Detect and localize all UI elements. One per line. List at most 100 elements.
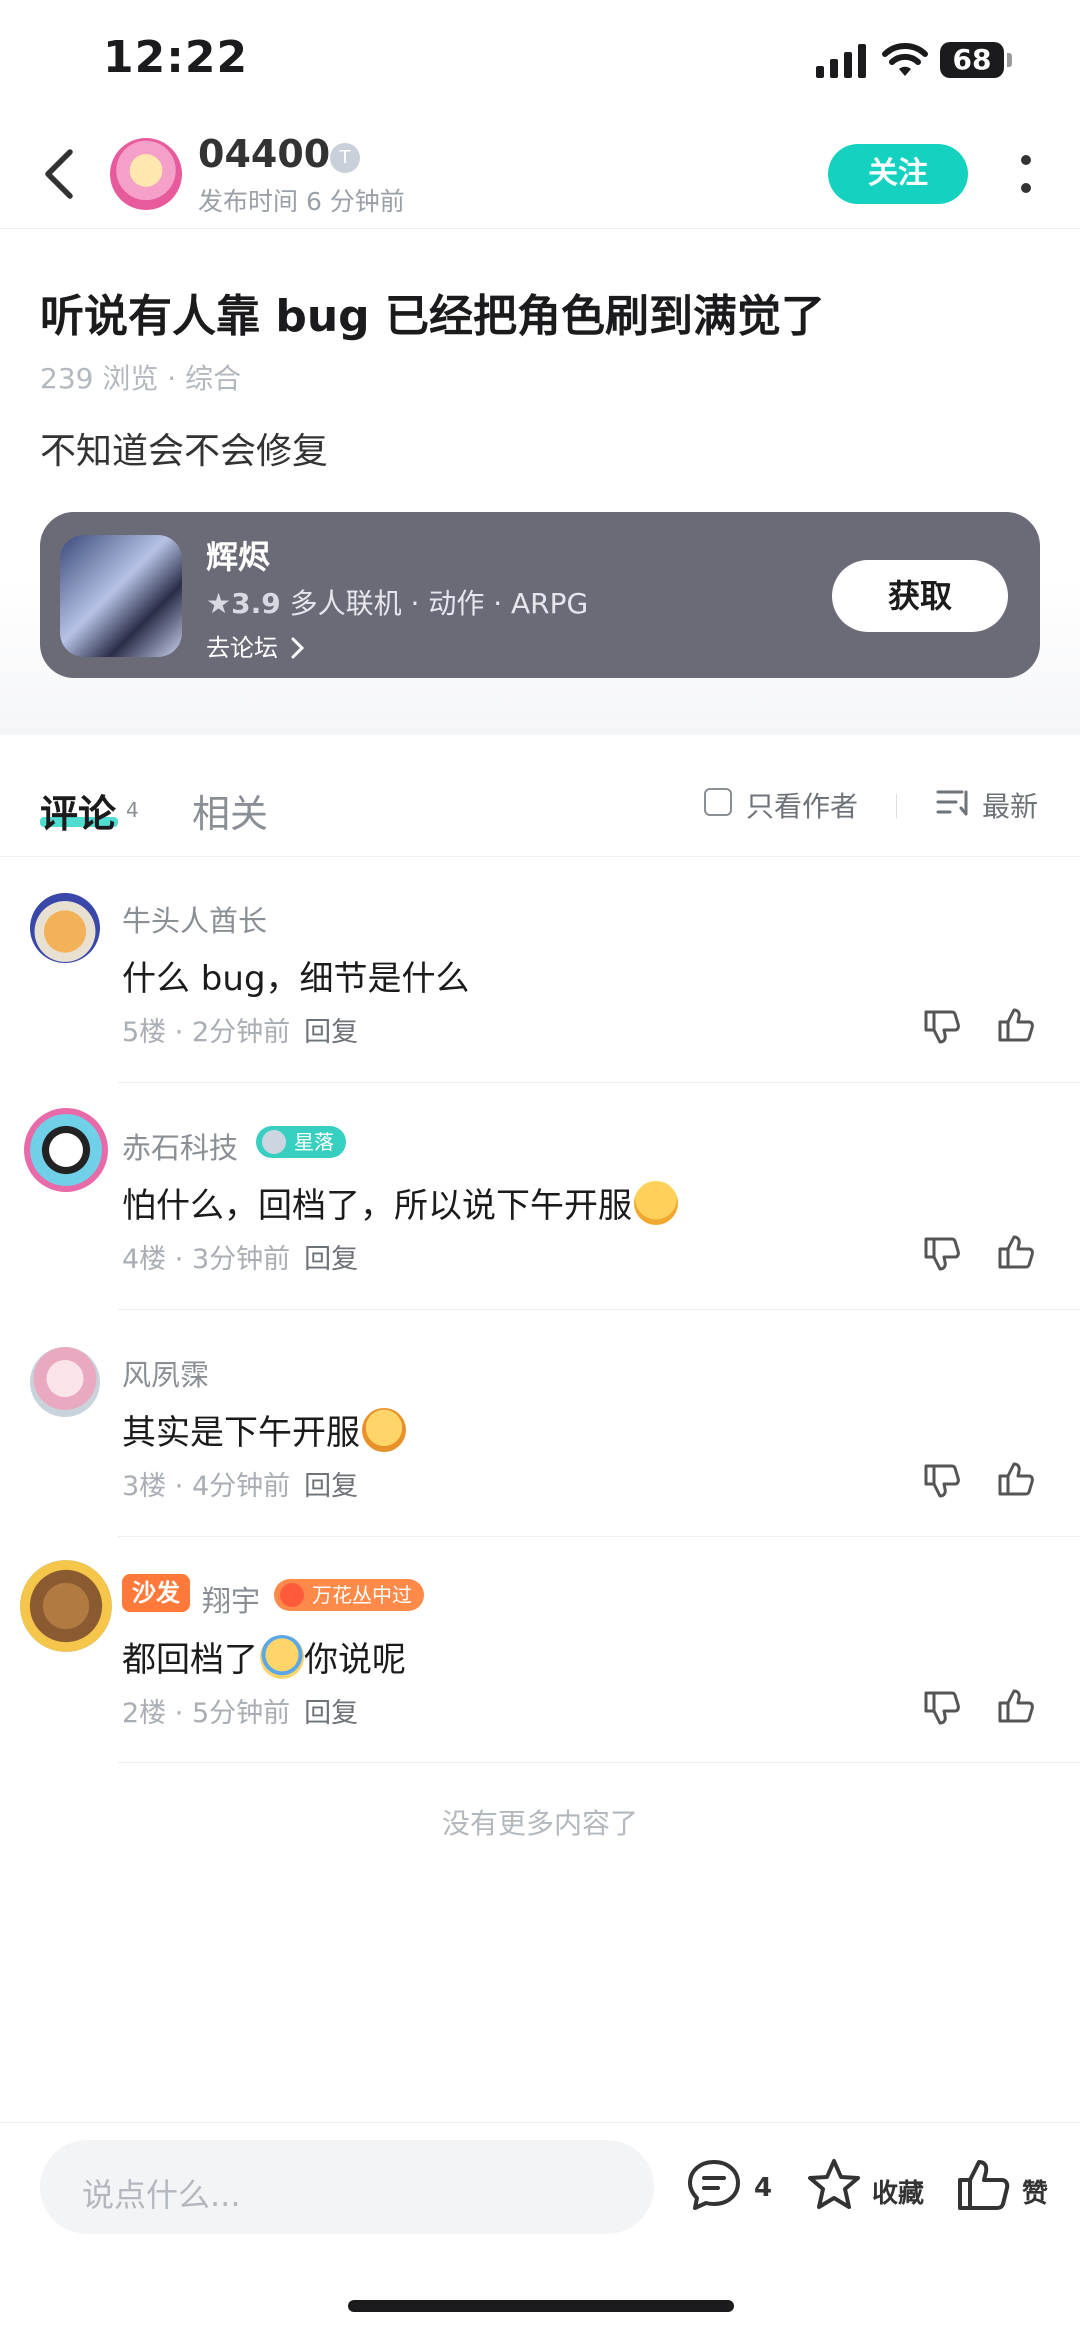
post-meta: 239 浏览 · 综合 (40, 357, 241, 397)
comment-text-content: 其实是下午开服 (122, 1413, 360, 1453)
cool-emoji-icon (634, 1181, 678, 1225)
home-indicator[interactable] (348, 2300, 734, 2312)
status-time: 12:22 (103, 32, 249, 83)
comment-text-content: 怕什么，回档了，所以说下午开服 (122, 1186, 632, 1226)
comment-divider (118, 1309, 1080, 1310)
commenter-name[interactable]: 翔宇 (202, 1578, 260, 1620)
comment-count[interactable]: 4 (754, 2173, 772, 2203)
tab-related[interactable]: 相关 (192, 783, 268, 838)
sofa-badge: 沙发 (122, 1574, 190, 1612)
comment-floor: 4楼 (122, 1244, 167, 1275)
game-rating: 3.9 (231, 587, 281, 620)
post-title: 听说有人靠 bug 已经把角色刷到满觉了 (40, 291, 825, 342)
get-button[interactable]: 获取 (832, 560, 1008, 632)
no-more-label: 没有更多内容了 (441, 1807, 638, 1840)
comment-text: 什么 bug，细节是什么 (122, 959, 470, 999)
star-icon: ★ (206, 587, 232, 620)
comment-meta: 3楼 · 4分钟前 回复 (122, 1471, 359, 1502)
comment-divider (118, 1536, 1080, 1537)
back-icon[interactable] (40, 148, 80, 200)
filter-divider (896, 794, 897, 818)
badge-label: 万花丛中过 (312, 1583, 412, 1607)
comment-time: 4分钟前 (191, 1471, 291, 1502)
comment-floor: 5楼 (122, 1017, 167, 1048)
badge-icon (262, 1130, 286, 1154)
dislike-icon[interactable] (922, 1687, 962, 1727)
follow-button[interactable]: 关注 (828, 144, 968, 204)
star-icon[interactable] (804, 2156, 864, 2216)
comment-icon[interactable] (684, 2156, 744, 2216)
comment-text-content: 你说呢 (304, 1640, 406, 1680)
like-button[interactable]: 赞 (1022, 2173, 1048, 2210)
author-only-label[interactable]: 只看作者 (746, 785, 858, 825)
view-count: 239 浏览 (40, 362, 159, 395)
user-badge: 星落 (256, 1126, 346, 1158)
comment-time: 5分钟前 (191, 1698, 291, 1729)
user-badge: 万花丛中过 (274, 1579, 424, 1611)
commenter-avatar[interactable] (20, 1560, 112, 1652)
forum-link[interactable]: 去论坛 (206, 628, 306, 663)
dislike-icon[interactable] (922, 1233, 962, 1273)
dislike-icon[interactable] (922, 1460, 962, 1500)
game-icon[interactable] (60, 535, 182, 657)
level-badge: T (330, 143, 360, 173)
comment-floor: 2楼 (122, 1698, 167, 1729)
comment-text: 其实是下午开服 (122, 1405, 406, 1454)
badge-label: 星落 (294, 1130, 334, 1154)
author-avatar[interactable] (110, 138, 182, 210)
like-icon[interactable] (996, 1687, 1036, 1727)
post-body: 不知道会不会修复 (40, 431, 329, 472)
wifi-icon (882, 43, 928, 76)
comment-meta: 5楼 · 2分钟前 回复 (122, 1017, 359, 1048)
battery-level: 68 (940, 42, 1004, 78)
comment-divider (118, 1762, 1080, 1763)
comment-time: 2分钟前 (191, 1017, 291, 1048)
commenter-name[interactable]: 风夙霂 (122, 1352, 209, 1394)
post-time: 发布时间 6 分钟前 (198, 187, 405, 216)
commenter-avatar[interactable] (30, 893, 100, 963)
crying-emoji-icon (260, 1635, 304, 1679)
post-category[interactable]: 综合 (185, 362, 241, 395)
comment-floor: 3楼 (122, 1471, 167, 1502)
comment-text-content: 都回档了 (122, 1640, 258, 1680)
tab-comments-count: 4 (126, 798, 139, 822)
like-icon[interactable] (996, 1233, 1036, 1273)
tabs-divider (0, 856, 1080, 857)
reply-button[interactable]: 回复 (304, 1471, 358, 1502)
chevron-right-icon (291, 637, 304, 659)
collect-button[interactable]: 收藏 (872, 2173, 924, 2210)
bottom-divider (0, 2122, 1080, 2123)
battery-tip (1007, 53, 1012, 67)
comment-input-placeholder[interactable]: 说点什么... (82, 2170, 241, 2216)
author-only-checkbox[interactable] (704, 788, 732, 816)
comment-meta: 2楼 · 5分钟前 回复 (122, 1698, 359, 1729)
comment-meta: 4楼 · 3分钟前 回复 (122, 1244, 359, 1275)
commenter-avatar[interactable] (24, 1108, 108, 1192)
reply-button[interactable]: 回复 (304, 1244, 358, 1275)
game-name: 辉烬 (206, 538, 271, 576)
reply-button[interactable]: 回复 (304, 1698, 358, 1729)
game-tags: 多人联机 · 动作 · ARPG (289, 587, 589, 620)
comment-divider (118, 1082, 1080, 1083)
laughing-emoji-icon (362, 1408, 406, 1452)
like-icon[interactable] (996, 1006, 1036, 1046)
more-icon[interactable] (1014, 150, 1038, 198)
sort-label[interactable]: 最新 (982, 785, 1038, 825)
comment-text: 怕什么，回档了，所以说下午开服 (122, 1178, 678, 1227)
like-icon[interactable] (996, 1460, 1036, 1500)
forum-link-label: 去论坛 (206, 634, 278, 662)
dislike-icon[interactable] (922, 1006, 962, 1046)
meta-separator: · (158, 362, 186, 395)
gamepad-icon (280, 1583, 304, 1607)
author-name[interactable]: 04400 (198, 132, 330, 176)
commenter-name[interactable]: 赤石科技 (122, 1125, 238, 1167)
game-info: ★3.9 多人联机 · 动作 · ARPG (206, 582, 588, 622)
thumbs-up-icon[interactable] (954, 2156, 1014, 2216)
comment-time: 3分钟前 (191, 1244, 291, 1275)
comment-text: 都回档了 你说呢 (122, 1632, 406, 1681)
sort-icon[interactable] (936, 788, 970, 818)
commenter-name[interactable]: 牛头人酋长 (122, 898, 267, 940)
tab-comments[interactable]: 评论 (40, 783, 116, 838)
commenter-avatar[interactable] (30, 1347, 100, 1417)
reply-button[interactable]: 回复 (304, 1017, 358, 1048)
